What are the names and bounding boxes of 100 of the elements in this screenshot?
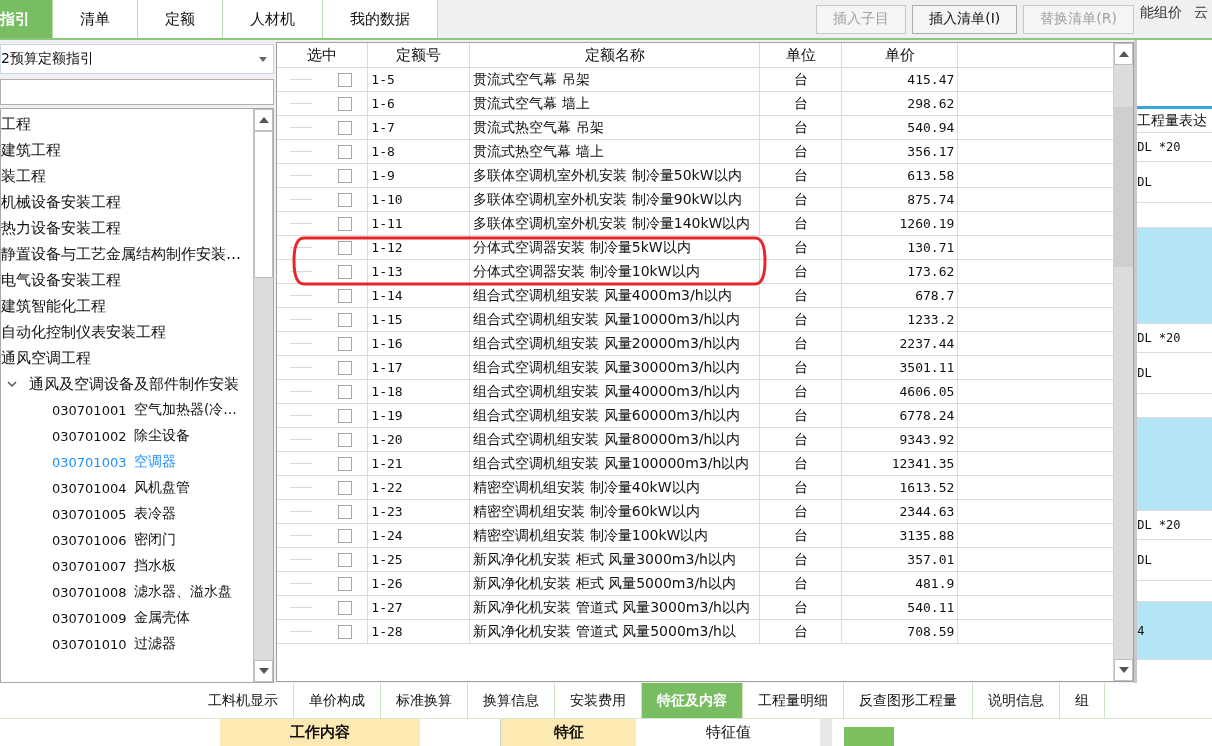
tree-item[interactable]: 表冷器 (134, 505, 176, 523)
checkbox[interactable] (338, 216, 353, 231)
table-cell: 组合式空调机组安装 风量80000m3/h以内 (470, 428, 761, 451)
tree-item[interactable]: 密闭门 (134, 531, 176, 549)
checkbox[interactable] (338, 432, 353, 447)
checkbox[interactable] (338, 480, 353, 495)
tab[interactable]: 清单 (53, 0, 138, 38)
tree-line (290, 511, 313, 512)
column-header[interactable]: 单位 (760, 43, 843, 67)
table-cell: 台 (760, 428, 843, 451)
scroll-down-icon[interactable] (258, 668, 269, 674)
tree-item[interactable]: 建筑智能化工程 (1, 296, 106, 316)
checkbox[interactable] (338, 384, 353, 399)
checkbox[interactable] (338, 192, 353, 207)
checkbox[interactable] (338, 528, 353, 543)
tab[interactable]: 工程量明细 (743, 683, 844, 718)
table-cell: 精密空调机组安装 制冷量60kW以内 (470, 500, 761, 523)
tab[interactable]: 换算信息 (468, 683, 555, 718)
checkbox[interactable] (338, 408, 353, 423)
table-cell: 台 (760, 188, 843, 211)
checkbox[interactable] (338, 624, 353, 639)
scrollbar-thumb[interactable] (1114, 107, 1134, 267)
column-header[interactable]: 定额名称 (470, 43, 761, 67)
table-cell: 精密空调机组安装 制冷量100kW以内 (470, 524, 761, 547)
checkbox[interactable] (338, 120, 353, 135)
checkbox[interactable] (338, 264, 353, 279)
menu-item[interactable]: 能组价 (1140, 4, 1182, 22)
column-header[interactable]: 定额号 (368, 43, 471, 67)
checkbox[interactable] (338, 552, 353, 567)
scroll-down-icon[interactable] (1118, 667, 1129, 673)
tree-item[interactable]: 金属壳体 (134, 609, 190, 627)
tree-item[interactable]: 工程 (1, 114, 31, 134)
item-code[interactable]: 030701007 (52, 558, 134, 574)
tree-line (290, 271, 313, 272)
search-field[interactable] (0, 79, 275, 105)
tab[interactable]: 说明信息 (973, 683, 1060, 718)
table-cell: 1-14 (368, 284, 471, 307)
tree-item[interactable]: 静置设备与工艺金属结构制作安装… (1, 244, 241, 264)
scrollbar-thumb[interactable] (254, 131, 274, 278)
tree-item[interactable]: 过滤器 (134, 635, 176, 653)
scrollbar[interactable] (253, 109, 274, 682)
tab[interactable]: 组 (1060, 683, 1105, 718)
item-code[interactable]: 030701001 (52, 402, 134, 418)
table-cell: 台 (760, 68, 843, 91)
tree-item[interactable]: 风机盘管 (134, 479, 190, 497)
tree-item[interactable]: 建筑工程 (1, 140, 61, 160)
tree-item[interactable]: 通风空调工程 (1, 348, 91, 368)
tree-item[interactable]: 自动化控制仪表安装工程 (1, 322, 166, 342)
table-cell: 分体式空调器安装 制冷量5kW以内 (470, 236, 761, 259)
item-code[interactable]: 030701005 (52, 506, 134, 522)
table-cell: 组合式空调机组安装 风量10000m3/h以内 (470, 308, 761, 331)
column-header[interactable]: 选中 (277, 43, 369, 67)
tab[interactable]: 定额 (138, 0, 223, 38)
tree-line (290, 79, 313, 80)
guide-select[interactable]: 2预算定额指引 (0, 44, 275, 74)
tab[interactable]: 反查图形工程量 (844, 683, 973, 718)
tree-item[interactable]: 空气加热器(冷… (134, 401, 237, 419)
item-code[interactable]: 030701006 (52, 532, 134, 548)
checkbox[interactable] (338, 240, 353, 255)
checkbox[interactable] (338, 504, 353, 519)
checkbox[interactable] (338, 456, 353, 471)
tree-item[interactable]: 电气设备安装工程 (1, 270, 121, 290)
tree-item[interactable]: 挡水板 (134, 557, 176, 575)
checkbox[interactable] (338, 288, 353, 303)
tab[interactable]: 人材机 (223, 0, 323, 38)
checkbox[interactable] (338, 96, 353, 111)
checkbox[interactable] (338, 600, 353, 615)
item-code[interactable]: 030701002 (52, 428, 134, 444)
tree-item[interactable]: 除尘设备 (134, 427, 190, 445)
table-cell: DL (1137, 540, 1212, 581)
column-header[interactable]: 单价 (842, 43, 959, 67)
scrollbar[interactable] (1113, 43, 1134, 681)
checkbox[interactable] (338, 72, 353, 87)
menu-item[interactable]: 云 (1194, 4, 1208, 22)
checkbox[interactable] (338, 576, 353, 591)
tree-item[interactable]: 滤水器、溢水盘 (134, 583, 232, 601)
tab[interactable]: 工料机显示 (193, 683, 294, 718)
item-code[interactable]: 030701008 (52, 584, 134, 600)
toolbar-button[interactable]: 插入清单(I) (912, 4, 1018, 34)
item-code[interactable]: 030701009 (52, 610, 134, 626)
checkbox[interactable] (338, 168, 353, 183)
tree-item[interactable]: 装工程 (1, 166, 46, 186)
column-header[interactable]: 工程量表达 (1137, 109, 1212, 133)
checkbox[interactable] (338, 360, 353, 375)
checkbox[interactable] (338, 312, 353, 327)
tab[interactable]: 单价构成 (294, 683, 381, 718)
item-code[interactable]: 030701004 (52, 480, 134, 496)
chevron-down-icon[interactable] (7, 379, 17, 389)
scroll-up-icon[interactable] (258, 117, 269, 123)
tree-item[interactable]: 通风及空调设备及部件制作安装 (29, 374, 239, 394)
tab[interactable]: 标准换算 (381, 683, 468, 718)
scroll-up-icon[interactable] (1118, 51, 1129, 57)
tree-line (290, 151, 313, 152)
item-code[interactable]: 030701010 (52, 636, 134, 652)
tree-item[interactable]: 机械设备安装工程 (1, 192, 121, 212)
checkbox[interactable] (338, 336, 353, 351)
tab[interactable]: 我的数据 (323, 0, 438, 38)
scrollbar[interactable] (820, 719, 832, 746)
tree-item[interactable]: 热力设备安装工程 (1, 218, 121, 238)
checkbox[interactable] (338, 144, 353, 159)
